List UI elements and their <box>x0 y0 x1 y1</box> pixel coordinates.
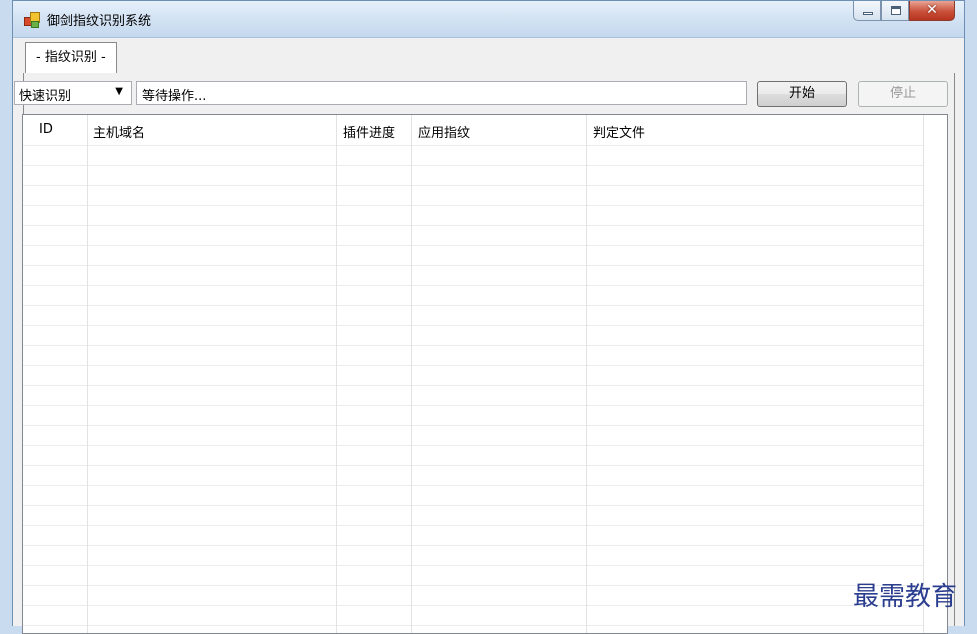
minimize-icon <box>863 12 873 15</box>
table-grid-lines <box>23 115 924 633</box>
maximize-icon <box>891 6 901 15</box>
column-header-plugin-progress[interactable]: 插件进度 <box>343 122 395 141</box>
tab-strip: - 指纹识别 - <box>23 39 953 74</box>
start-button[interactable]: 开始 <box>757 81 847 107</box>
mode-dropdown[interactable]: 快速识别 ▼ <box>14 81 132 105</box>
app-icon <box>24 11 40 28</box>
column-header-id[interactable]: ID <box>39 122 53 137</box>
column-header-host[interactable]: 主机域名 <box>93 122 145 141</box>
chevron-down-icon[interactable]: ▼ <box>115 86 123 97</box>
caption-buttons: ✕ <box>853 1 955 23</box>
status-field: 等待操作... <box>136 81 747 105</box>
status-text: 等待操作... <box>142 89 207 104</box>
maximize-button[interactable] <box>881 1 909 21</box>
watermark: 最需教育 <box>853 582 958 612</box>
title-bar[interactable]: 御剑指纹识别系统 ✕ <box>13 1 964 38</box>
tab-fingerprint-recognition[interactable]: - 指纹识别 - <box>25 42 117 73</box>
minimize-button[interactable] <box>853 1 881 21</box>
column-header-judged-file[interactable]: 判定文件 <box>593 122 645 141</box>
close-icon: ✕ <box>926 2 938 18</box>
results-table[interactable]: ID 主机域名 插件进度 应用指纹 判定文件 <box>22 114 948 634</box>
window-title: 御剑指纹识别系统 <box>47 14 152 29</box>
mode-dropdown-value: 快速识别 <box>19 89 72 104</box>
close-button[interactable]: ✕ <box>909 1 955 21</box>
stop-button[interactable]: 停止 <box>858 81 948 107</box>
column-header-app-fingerprint[interactable]: 应用指纹 <box>418 122 470 141</box>
